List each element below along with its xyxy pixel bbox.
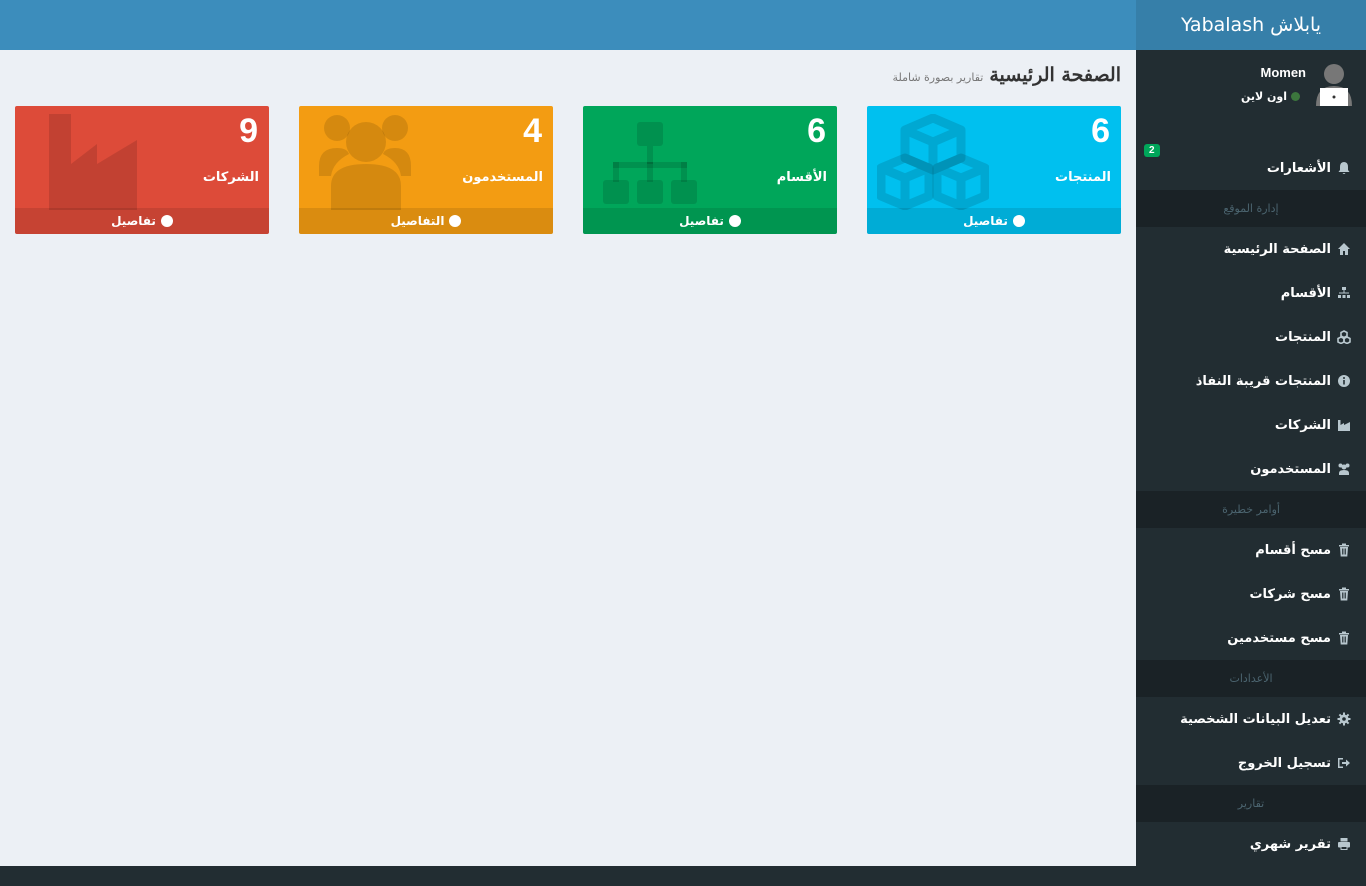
gear-icon bbox=[1337, 712, 1351, 726]
sidebar-item-label: المنتجات bbox=[1275, 329, 1331, 345]
bell-icon bbox=[1338, 162, 1350, 174]
sidebar-item-edit-profile[interactable]: تعديل البيانات الشخصية bbox=[1136, 697, 1366, 741]
user-panel: Momen اون لاين bbox=[1136, 50, 1366, 126]
main-content: الصفحة الرئيسية تقارير بصورة شاملة 9 الش… bbox=[0, 50, 1136, 866]
page-title: الصفحة الرئيسية bbox=[989, 64, 1121, 86]
sidebar-item-label: الصفحة الرئيسية bbox=[1223, 241, 1331, 257]
users-count: 4 bbox=[523, 112, 542, 150]
sidebar-item-home[interactable]: الصفحة الرئيسية bbox=[1136, 227, 1366, 271]
categories-details-link[interactable]: تفاصيل bbox=[583, 208, 837, 234]
sidebar-item-label: مسح مستخدمين bbox=[1227, 630, 1331, 646]
online-dot-icon bbox=[1291, 92, 1300, 101]
details-label: التفاصيل bbox=[390, 214, 445, 228]
sidebar-item-label: تسجيل الخروج bbox=[1237, 755, 1331, 771]
cubes-icon bbox=[1337, 330, 1351, 344]
users-icon bbox=[1338, 463, 1350, 475]
sidebar: Momen اون لاين الأشعارات 2 إدارة الموقع … bbox=[1136, 50, 1366, 886]
top-navbar bbox=[0, 0, 1136, 50]
industry-icon bbox=[49, 114, 137, 210]
page-header: الصفحة الرئيسية تقارير بصورة شاملة bbox=[893, 64, 1121, 86]
sidebar-item-delete-companies[interactable]: مسح شركات bbox=[1136, 572, 1366, 616]
details-label: تفاصيل bbox=[111, 214, 156, 228]
sidebar-item-label: الشركات bbox=[1274, 417, 1331, 433]
sidebar-item-label: مسح أقسام bbox=[1255, 542, 1331, 558]
trash-icon bbox=[1339, 631, 1349, 645]
categories-label: الأقسام bbox=[776, 170, 827, 185]
menu-header-settings: الأعدادات bbox=[1136, 660, 1366, 697]
companies-label: الشركات bbox=[202, 170, 259, 185]
menu-header-site-management: إدارة الموقع bbox=[1136, 190, 1366, 227]
products-count: 6 bbox=[1091, 112, 1110, 150]
menu-header-danger-commands: أوامر خطيرة bbox=[1136, 491, 1366, 528]
sidebar-item-label: الأقسام bbox=[1280, 285, 1331, 301]
categories-box: 6 الأقسام تفاصيل bbox=[583, 106, 837, 234]
brand-logo[interactable]: يابلاش Yabalash bbox=[1136, 0, 1366, 50]
user-name: Momen bbox=[1260, 65, 1307, 80]
arrow-circle-right-icon bbox=[728, 215, 741, 227]
details-label: تفاصيل bbox=[963, 214, 1008, 228]
menu-header-reports: تقارير bbox=[1136, 785, 1366, 822]
details-label: تفاصيل bbox=[679, 214, 724, 228]
user-status: اون لاين bbox=[1241, 90, 1300, 103]
sidebar-item-companies[interactable]: الشركات bbox=[1136, 403, 1366, 447]
industry-icon bbox=[1338, 420, 1350, 431]
info-icon bbox=[1338, 375, 1350, 387]
companies-box: 9 الشركات تفاصيل bbox=[15, 106, 269, 234]
companies-details-link[interactable]: تفاصيل bbox=[15, 208, 269, 234]
sidebar-item-label: المستخدمون bbox=[1250, 461, 1331, 477]
sidebar-item-logout[interactable]: تسجيل الخروج bbox=[1136, 741, 1366, 785]
avatar bbox=[1316, 64, 1352, 106]
users-box: 4 المستخدمون التفاصيل bbox=[299, 106, 553, 234]
users-details-link[interactable]: التفاصيل bbox=[299, 208, 553, 234]
products-box: 6 المنتجات تفاصيل bbox=[867, 106, 1121, 234]
sitemap-icon bbox=[1338, 287, 1350, 298]
user-status-label: اون لاين bbox=[1240, 90, 1287, 103]
sidebar-item-label: مسح شركات bbox=[1249, 586, 1331, 602]
sidebar-item-monthly-report[interactable]: تقرير شهري bbox=[1136, 822, 1366, 866]
cubes-icon bbox=[877, 114, 989, 210]
print-icon bbox=[1338, 838, 1350, 850]
sidebar-item-label: الأشعارات bbox=[1266, 160, 1331, 176]
notifications-badge: 2 bbox=[1144, 144, 1160, 157]
arrow-circle-right-icon bbox=[1012, 215, 1025, 227]
sidebar-item-label: المنتجات قريبة النفاذ bbox=[1195, 373, 1331, 389]
sidebar-item-delete-users[interactable]: مسح مستخدمين bbox=[1136, 616, 1366, 660]
products-label: المنتجات bbox=[1055, 170, 1111, 185]
sidebar-item-low-stock-products[interactable]: المنتجات قريبة النفاذ bbox=[1136, 359, 1366, 403]
products-details-link[interactable]: تفاصيل bbox=[867, 208, 1121, 234]
sidebar-item-delete-categories[interactable]: مسح أقسام bbox=[1136, 528, 1366, 572]
sitemap-icon bbox=[603, 122, 697, 204]
sidebar-item-notifications[interactable]: الأشعارات 2 bbox=[1136, 144, 1366, 190]
sidebar-item-label: تقرير شهري bbox=[1249, 836, 1331, 852]
arrow-circle-right-icon bbox=[449, 215, 462, 227]
trash-icon bbox=[1339, 587, 1349, 601]
trash-icon bbox=[1339, 543, 1349, 557]
sidebar-item-products[interactable]: المنتجات bbox=[1136, 315, 1366, 359]
home-icon bbox=[1338, 243, 1350, 255]
page-subtitle: تقارير بصورة شاملة bbox=[892, 71, 984, 84]
sign-out-icon bbox=[1338, 758, 1350, 768]
sidebar-item-categories[interactable]: الأقسام bbox=[1136, 271, 1366, 315]
sidebar-item-label: تعديل البيانات الشخصية bbox=[1180, 711, 1331, 727]
categories-count: 6 bbox=[807, 112, 826, 150]
users-icon bbox=[319, 115, 411, 210]
users-label: المستخدمون bbox=[462, 170, 543, 185]
companies-count: 9 bbox=[239, 112, 258, 150]
arrow-circle-right-icon bbox=[160, 215, 173, 227]
sidebar-item-users[interactable]: المستخدمون bbox=[1136, 447, 1366, 491]
